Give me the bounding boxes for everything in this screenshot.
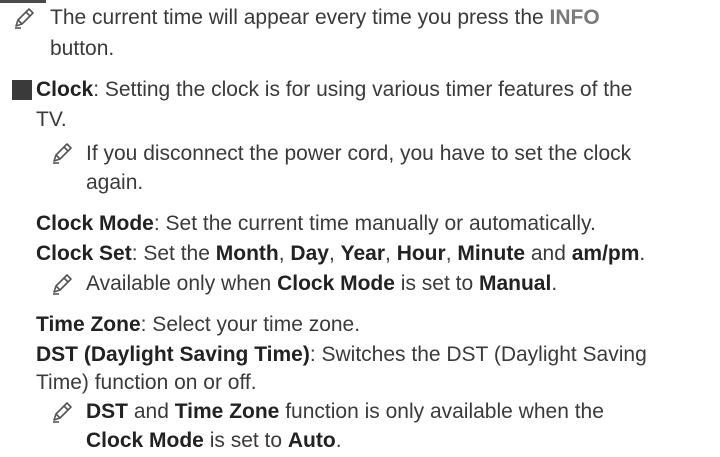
note-text: If you disconnect the power cord, you ha… (86, 142, 632, 165)
manual-term: Manual (478, 272, 552, 295)
time-zone-desc: : Select your time zone. (140, 313, 361, 336)
pencil-note-icon (50, 141, 74, 165)
pencil-note-icon (50, 272, 74, 296)
auto-term: Auto (287, 429, 336, 452)
clock-item-cont: TV. (36, 104, 67, 136)
ampm-term: am/pm (571, 242, 640, 265)
note-text: is set to (203, 429, 288, 452)
note-line: DST and Time Zone function is only avail… (86, 396, 604, 428)
clock-mode-item: Clock Mode: Set the current time manuall… (36, 208, 596, 240)
separator: and (525, 242, 572, 265)
clock-desc: : Setting the clock is for using various… (93, 78, 633, 101)
note-line: Available only when Clock Mode is set to… (86, 268, 557, 300)
clock-set-text: : Set the (131, 242, 216, 265)
year-term: Year (340, 242, 386, 265)
note-text: function is only available when the (279, 400, 604, 423)
separator: , (445, 242, 458, 265)
note-text: is set to (394, 272, 479, 295)
pencil-note-icon (50, 400, 74, 424)
day-term: Day (290, 242, 329, 265)
clock-mode-desc: : Set the current time manually or autom… (153, 212, 596, 235)
dst-term: DST (86, 400, 128, 423)
dst-desc: : Switches the DST (Daylight Saving (309, 343, 647, 366)
note-text: again. (86, 171, 144, 194)
period: . (551, 272, 558, 295)
pencil-note-icon (12, 6, 36, 30)
separator: , (278, 242, 291, 265)
time-zone-label: Time Zone (36, 313, 141, 336)
clock-set-item: Clock Set: Set the Month, Day, Year, Hou… (36, 238, 645, 270)
clock-mode-term: Clock Mode (277, 272, 395, 295)
dst-desc: Time) function on or off. (36, 371, 257, 394)
period: . (335, 429, 342, 452)
dst-label: DST (Daylight Saving Time) (36, 343, 310, 366)
note-text: button. (50, 37, 115, 60)
note-text: Available only when (86, 272, 278, 295)
note-text: and (128, 400, 175, 423)
clock-mode-label: Clock Mode (36, 212, 154, 235)
clock-item: Clock: Setting the clock is for using va… (36, 74, 632, 106)
month-term: Month (215, 242, 279, 265)
separator: , (328, 242, 341, 265)
dst-item-cont: Time) function on or off. (36, 367, 257, 399)
time-zone-item: Time Zone: Select your time zone. (36, 309, 360, 341)
clock-desc: TV. (36, 108, 67, 131)
square-bullet-icon (12, 80, 32, 100)
info-button-name: INFO (549, 6, 600, 29)
note-line: The current time will appear every time … (50, 2, 600, 34)
top-rule (0, 0, 46, 3)
period: . (639, 242, 646, 265)
clock-mode-term: Clock Mode (86, 429, 204, 452)
note-line: Clock Mode is set to Auto. (86, 425, 342, 457)
clock-label: Clock (36, 78, 94, 101)
hour-term: Hour (396, 242, 446, 265)
note-text: The current time will appear every time … (50, 6, 550, 29)
minute-term: Minute (457, 242, 526, 265)
note-line: again. (86, 167, 143, 199)
clock-set-label: Clock Set (36, 242, 132, 265)
time-zone-term: Time Zone (174, 400, 280, 423)
note-line: If you disconnect the power cord, you ha… (86, 138, 631, 170)
separator: , (385, 242, 397, 265)
note-line: button. (50, 33, 114, 65)
